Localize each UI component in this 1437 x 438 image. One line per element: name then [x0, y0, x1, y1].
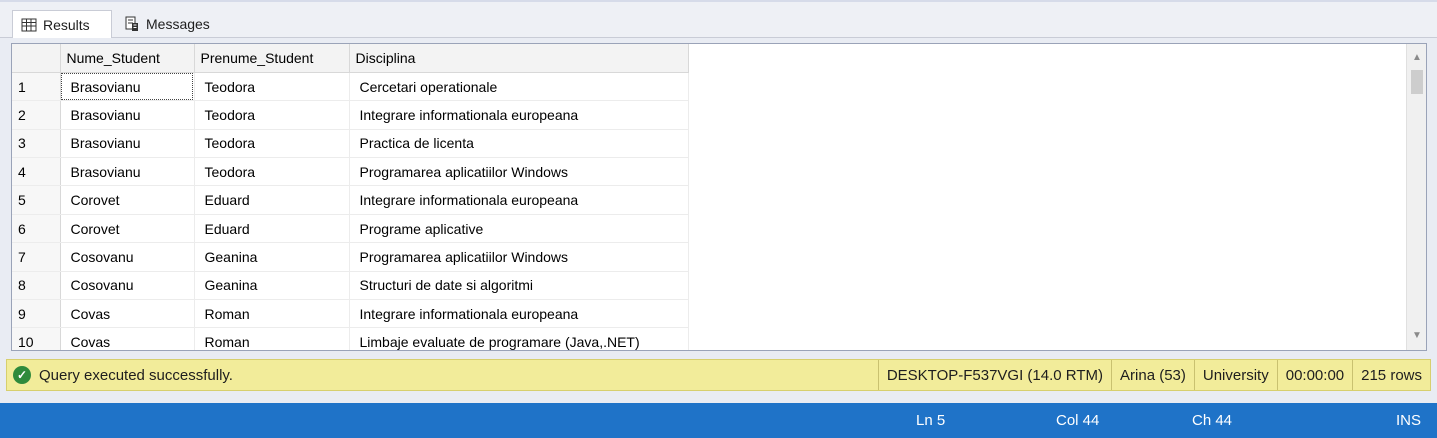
row-number[interactable]: 4: [12, 157, 61, 187]
user-name: Arina (53): [1111, 360, 1194, 390]
query-status-bar: ✓ Query executed successfully. DESKTOP-F…: [6, 359, 1431, 391]
editor-status-bar: Ln 5 Col 44 Ch 44 INS: [0, 403, 1437, 438]
table-row[interactable]: 2 Brasovianu Teodora Integrare informati…: [12, 100, 689, 130]
column-header-nume-student[interactable]: Nume_Student: [60, 44, 195, 73]
cell-disciplina[interactable]: Programarea aplicatiilor Windows: [349, 157, 689, 187]
cell-nume-student[interactable]: Covas: [60, 299, 195, 329]
scroll-up-arrow-icon[interactable]: ▲: [1411, 52, 1423, 64]
cell-nume-student[interactable]: Covas: [60, 327, 195, 350]
table-row[interactable]: 9 Covas Roman Integrare informationala e…: [12, 299, 689, 329]
tab-messages[interactable]: Messages: [116, 10, 232, 38]
grid-icon: [21, 17, 37, 33]
header-row: Nume_Student Prenume_Student Disciplina: [12, 44, 689, 73]
row-number[interactable]: 1: [12, 72, 61, 102]
row-number[interactable]: 8: [12, 271, 61, 301]
cell-disciplina[interactable]: Limbaje evaluate de programare (Java,.NE…: [349, 327, 689, 350]
status-gap: [0, 391, 1437, 403]
cell-nume-student[interactable]: Brasovianu: [60, 129, 195, 159]
table-row[interactable]: 3 Brasovianu Teodora Practica de licenta: [12, 129, 689, 159]
line-indicator: Ln 5: [916, 412, 946, 429]
cell-prenume-student[interactable]: Teodora: [194, 129, 350, 159]
cell-disciplina[interactable]: Cercetari operationale: [349, 72, 689, 102]
row-number-header[interactable]: [12, 44, 61, 73]
table-row[interactable]: 4 Brasovianu Teodora Programarea aplicat…: [12, 157, 689, 187]
vertical-scrollbar[interactable]: ▲ ▼: [1406, 44, 1426, 350]
cell-disciplina[interactable]: Integrare informationala europeana: [349, 100, 689, 130]
cell-disciplina[interactable]: Programe aplicative: [349, 214, 689, 244]
cell-nume-student[interactable]: Cosovanu: [60, 242, 195, 272]
success-check-icon: ✓: [13, 366, 31, 384]
table-row[interactable]: 5 Corovet Eduard Integrare informational…: [12, 185, 689, 215]
table-row[interactable]: 10 Covas Roman Limbaje evaluate de progr…: [12, 327, 689, 350]
table-row[interactable]: 1 Brasovianu Teodora Cercetari operation…: [12, 72, 689, 102]
cell-prenume-student[interactable]: Eduard: [194, 185, 350, 215]
cell-prenume-student[interactable]: Eduard: [194, 214, 350, 244]
status-message: Query executed successfully.: [39, 366, 233, 384]
table-row[interactable]: 6 Corovet Eduard Programe aplicative: [12, 214, 689, 244]
row-number[interactable]: 2: [12, 100, 61, 130]
tab-messages-label: Messages: [146, 16, 210, 32]
row-number[interactable]: 5: [12, 185, 61, 215]
cell-prenume-student[interactable]: Teodora: [194, 72, 350, 102]
scrollbar-thumb[interactable]: [1411, 70, 1423, 94]
cell-nume-student[interactable]: Brasovianu: [60, 72, 195, 102]
cell-prenume-student[interactable]: Roman: [194, 299, 350, 329]
tab-results-label: Results: [43, 16, 90, 33]
cell-disciplina[interactable]: Integrare informationala europeana: [349, 299, 689, 329]
cell-nume-student[interactable]: Corovet: [60, 214, 195, 244]
cell-nume-student[interactable]: Brasovianu: [60, 100, 195, 130]
messages-icon: [124, 16, 140, 32]
tab-strip-accent: [0, 0, 1437, 2]
server-name: DESKTOP-F537VGI (14.0 RTM): [877, 360, 1111, 390]
cell-nume-student[interactable]: Cosovanu: [60, 271, 195, 301]
row-number[interactable]: 7: [12, 242, 61, 272]
row-number[interactable]: 3: [12, 129, 61, 159]
elapsed-time: 00:00:00: [1276, 360, 1352, 390]
cell-prenume-student[interactable]: Roman: [194, 327, 350, 350]
cell-nume-student[interactable]: Brasovianu: [60, 157, 195, 187]
table-row[interactable]: 7 Cosovanu Geanina Programarea aplicatii…: [12, 242, 689, 272]
cell-nume-student[interactable]: Corovet: [60, 185, 195, 215]
cell-prenume-student[interactable]: Geanina: [194, 271, 350, 301]
char-indicator: Ch 44: [1192, 412, 1233, 429]
insert-mode-indicator: INS: [1396, 412, 1422, 429]
cell-disciplina[interactable]: Integrare informationala europeana: [349, 185, 689, 215]
row-count: 215 rows: [1352, 360, 1430, 390]
cell-prenume-student[interactable]: Geanina: [194, 242, 350, 272]
results-table: Nume_Student Prenume_Student Disciplina …: [12, 44, 689, 350]
cell-disciplina[interactable]: Structuri de date si algoritmi: [349, 271, 689, 301]
database-name: University: [1193, 360, 1277, 390]
results-grid[interactable]: Nume_Student Prenume_Student Disciplina …: [11, 43, 1427, 351]
cell-prenume-student[interactable]: Teodora: [194, 157, 350, 187]
column-header-prenume-student[interactable]: Prenume_Student: [194, 44, 350, 73]
row-number[interactable]: 6: [12, 214, 61, 244]
table-row[interactable]: 8 Cosovanu Geanina Structuri de date si …: [12, 271, 689, 301]
column-header-disciplina[interactable]: Disciplina: [349, 44, 689, 73]
column-indicator: Col 44: [1056, 412, 1100, 429]
cell-disciplina[interactable]: Programarea aplicatiilor Windows: [349, 242, 689, 272]
scroll-down-arrow-icon[interactable]: ▼: [1411, 330, 1423, 342]
tab-results[interactable]: Results: [12, 10, 112, 38]
cell-disciplina[interactable]: Practica de licenta: [349, 129, 689, 159]
cell-prenume-student[interactable]: Teodora: [194, 100, 350, 130]
status-message-area: ✓ Query executed successfully.: [7, 366, 878, 384]
results-tab-bar: Results Messages: [0, 0, 1437, 38]
row-number[interactable]: 10: [12, 327, 61, 350]
row-number[interactable]: 9: [12, 299, 61, 329]
connection-info: DESKTOP-F537VGI (14.0 RTM) Arina (53) Un…: [877, 360, 1430, 390]
